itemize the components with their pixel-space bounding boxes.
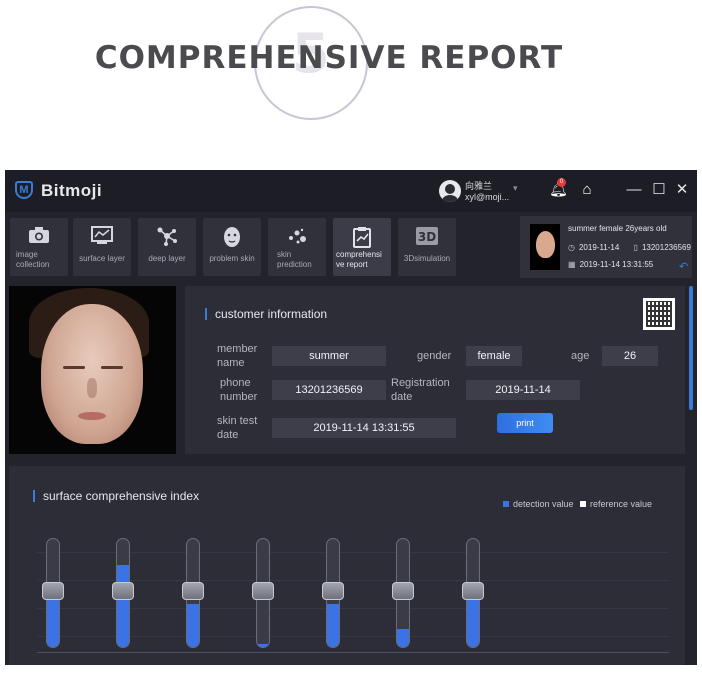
customer-face-photo: [9, 286, 176, 454]
skin-test-date-value: 2019-11-14 13:31:55: [272, 418, 456, 438]
hero-title: COMPREHENSIVE REPORT: [94, 40, 564, 76]
reference-value-handle: [322, 582, 344, 600]
detection-value-fill: [257, 644, 269, 647]
detection-value-fill: [117, 565, 129, 647]
molecule-icon: [138, 226, 196, 250]
phone-icon: ▯: [633, 243, 638, 252]
profile-datetime: 2019-11-14 13:31:55: [579, 260, 654, 269]
surface-index-title: surface comprehensive index: [33, 490, 199, 502]
back-arrow-icon[interactable]: ↶: [679, 260, 688, 273]
user-email[interactable]: xyl@moji...: [465, 192, 509, 202]
legend-reference-label: reference value: [590, 499, 653, 509]
tab-image-collection[interactable]: image collection: [10, 218, 68, 276]
tab-surface-layer[interactable]: surface layer: [73, 218, 131, 276]
grid-line: [37, 580, 669, 581]
maximize-icon[interactable]: ☐: [650, 180, 668, 200]
legend-reference-swatch: [580, 501, 586, 507]
chart-baseline: [37, 652, 669, 653]
face-icon: [203, 226, 261, 250]
legend-reference: reference value: [580, 499, 652, 509]
dots-icon: [268, 226, 326, 250]
qr-code-icon[interactable]: [643, 298, 675, 330]
brand-name: Bitmoji: [41, 181, 103, 200]
detection-value-fill: [187, 604, 199, 647]
tab-3d-simulation[interactable]: 3D 3Dsimulation: [398, 218, 456, 276]
customer-info-title: customer information: [205, 308, 327, 320]
3d-icon: 3D: [398, 226, 456, 250]
title-bar: M Bitmoji 向雅兰 xyl@moji... ▾ 🔔︎ 0 ⌂ — ☐ ✕: [5, 170, 697, 212]
profile-phone: 13201236569: [641, 243, 691, 252]
reference-value-handle: [392, 582, 414, 600]
profile-card: summer female 26years old ◷ 2019-11-14 ▯ 1…: [520, 216, 692, 278]
reference-value-handle: [182, 582, 204, 600]
tab-label: skin prediction: [277, 250, 312, 269]
clock-icon: ◷: [568, 243, 575, 252]
phone-number-label: phone number: [220, 377, 258, 403]
camera-icon: [10, 226, 68, 250]
reference-value-handle: [112, 582, 134, 600]
notification-badge: 0: [557, 178, 566, 187]
svg-text:3D: 3D: [418, 230, 436, 244]
gender-label: gender: [417, 350, 452, 362]
profile-thumbnail: [530, 224, 560, 270]
grid-line: [37, 608, 669, 609]
grid-line: [37, 552, 669, 553]
calendar-icon: ▦: [568, 260, 576, 269]
tab-label: deep layer: [148, 254, 186, 263]
phone-number-value: 13201236569: [272, 380, 386, 400]
tab-label: comprehensi ve report: [336, 250, 382, 269]
legend-detection-swatch: [503, 501, 509, 507]
gender-value: female: [466, 346, 522, 366]
user-avatar-icon[interactable]: [439, 180, 461, 202]
member-name-label: member name: [217, 343, 258, 369]
profile-date: 2019-11-14: [578, 243, 620, 252]
tab-deep-layer[interactable]: deep layer: [138, 218, 196, 276]
registration-date-value: 2019-11-14: [466, 380, 580, 400]
tab-label: surface layer: [79, 254, 125, 263]
scrollbar[interactable]: [689, 286, 693, 410]
logo-shield-icon: M: [15, 181, 33, 199]
skin-test-date-label: skin test date: [217, 415, 258, 441]
home-icon[interactable]: ⌂: [578, 181, 596, 199]
age-value: 26: [602, 346, 658, 366]
app-window: M Bitmoji 向雅兰 xyl@moji... ▾ 🔔︎ 0 ⌂ — ☐ ✕…: [5, 170, 697, 665]
reference-value-handle: [462, 582, 484, 600]
age-label: age: [571, 350, 590, 362]
minimize-icon[interactable]: —: [625, 180, 643, 200]
print-button[interactable]: print: [497, 413, 553, 433]
registration-date-label: Registration date: [391, 377, 450, 403]
legend-detection-label: detection value: [513, 499, 574, 509]
grid-line: [37, 636, 669, 637]
close-icon[interactable]: ✕: [673, 180, 691, 200]
tab-comprehensive-report[interactable]: comprehensi ve report: [333, 218, 391, 276]
chevron-down-icon[interactable]: ▾: [513, 183, 518, 194]
surface-chart-icon: [73, 226, 131, 250]
tab-skin-prediction[interactable]: skin prediction: [268, 218, 326, 276]
profile-summary: summer female 26years old: [568, 224, 667, 233]
tab-label: image collection: [16, 250, 50, 269]
detection-value-fill: [327, 604, 339, 647]
surface-index-panel: surface comprehensive index detection va…: [9, 466, 685, 665]
tab-problem-skin[interactable]: problem skin: [203, 218, 261, 276]
legend-detection: detection value: [503, 499, 574, 509]
report-hero: 5 COMPREHENSIVE REPORT: [0, 0, 702, 170]
member-name-value: summer: [272, 346, 386, 366]
report-icon: [333, 226, 391, 250]
detection-value-fill: [397, 629, 409, 647]
tab-label: problem skin: [209, 254, 255, 263]
profile-datetime-row: ▦ 2019-11-14 13:31:55: [568, 260, 653, 269]
tab-label: 3Dsimulation: [403, 254, 451, 263]
user-name[interactable]: 向雅兰: [465, 179, 492, 192]
customer-info-panel: customer information member name summer …: [185, 286, 685, 454]
reference-value-handle: [42, 582, 64, 600]
profile-date-row: ◷ 2019-11-14 ▯ 13201236569: [568, 243, 691, 252]
reference-value-handle: [252, 582, 274, 600]
